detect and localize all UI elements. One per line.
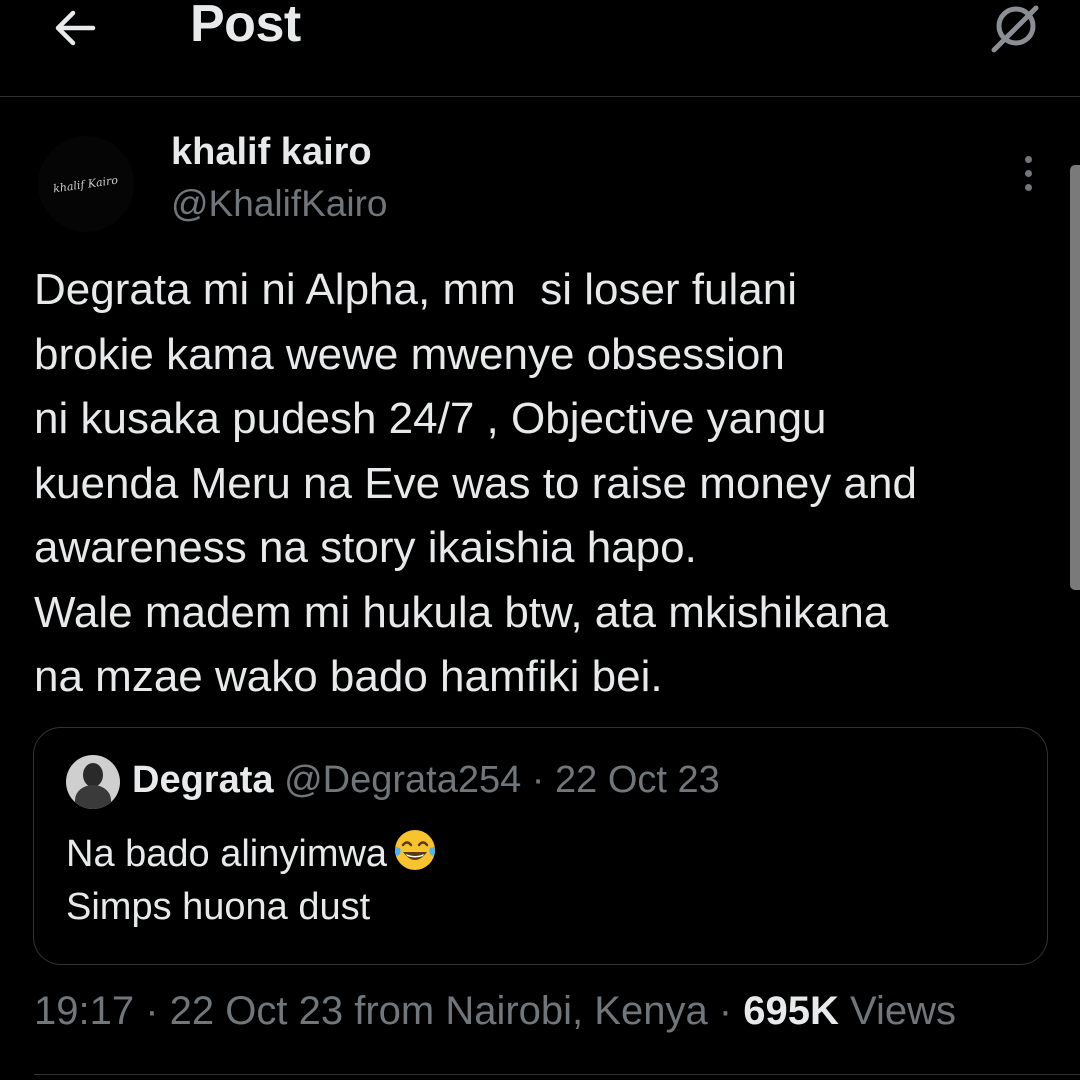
separator-dot: · bbox=[521, 759, 556, 801]
top-bar: Post bbox=[0, 0, 1080, 97]
face-with-tears-of-joy-icon bbox=[394, 830, 436, 870]
more-icon-dot bbox=[1024, 183, 1032, 191]
quoted-text-line: Na bado alinyimwa bbox=[66, 828, 437, 881]
quoted-text-line-1: Na bado alinyimwa bbox=[66, 833, 388, 875]
quoted-author-name: Degrata bbox=[132, 759, 274, 801]
post-text-line: kuenda Meru na Eve was to raise money an… bbox=[34, 458, 917, 508]
grok-button[interactable] bbox=[982, 0, 1046, 56]
post-text-line: awareness na story ikaishia hapo. bbox=[34, 523, 697, 572]
post-text-line: brokie kama wewe mwenye obsession bbox=[34, 329, 785, 379]
quoted-post-header: Degrata @Degrata254 · 22 Oct 23 bbox=[132, 759, 720, 802]
post-meta: 19:17 · 22 Oct 23 from Nairobi, Kenya · … bbox=[34, 989, 956, 1034]
quoted-post-date: 22 Oct 23 bbox=[555, 759, 720, 801]
more-icon-dot bbox=[1024, 169, 1032, 177]
quoted-post-card[interactable]: Degrata @Degrata254 · 22 Oct 23 Na bado … bbox=[33, 727, 1048, 965]
views-count[interactable]: 695K bbox=[743, 989, 839, 1033]
post-text-line: Wale madem mi hukula btw, ata mkishikana bbox=[34, 587, 889, 637]
back-button[interactable] bbox=[42, 0, 106, 56]
grok-icon bbox=[991, 5, 1039, 53]
more-icon-dot bbox=[1024, 155, 1032, 163]
arrow-left-icon bbox=[55, 10, 96, 46]
separator-dot: · bbox=[134, 989, 170, 1033]
quoted-author-avatar bbox=[66, 755, 120, 809]
author-display-name[interactable]: khalif kairo bbox=[171, 131, 372, 174]
post-time[interactable]: 19:17 bbox=[34, 989, 134, 1033]
avatar-logo-text: khalif Kairo bbox=[52, 173, 120, 195]
post-text: Degrata mi ni Alpha, mm si loser fulani … bbox=[34, 258, 1064, 710]
author-handle[interactable]: @KhalifKairo bbox=[171, 183, 388, 225]
quoted-text-line-2: Simps huona dust bbox=[66, 886, 371, 928]
page-title: Post bbox=[190, 0, 301, 53]
quoted-post-text: Na bado alinyimwa Simps huona dust bbox=[66, 828, 437, 934]
divider bbox=[34, 1074, 1080, 1075]
author-avatar[interactable]: khalif Kairo bbox=[38, 136, 134, 232]
more-options-button[interactable] bbox=[1008, 150, 1048, 196]
separator-dot: · bbox=[707, 989, 744, 1033]
post-text-line: ni kusaka pudesh 24/7 , Objective yangu bbox=[34, 394, 827, 443]
scrollbar[interactable] bbox=[1070, 165, 1080, 590]
post-date-location[interactable]: 22 Oct 23 from Nairobi, Kenya bbox=[170, 989, 708, 1033]
post-text-line: Degrata mi ni Alpha, mm si loser fulani bbox=[34, 265, 797, 314]
quoted-author-handle: @Degrata254 bbox=[284, 759, 522, 801]
post-text-line: na mzae wako bado hamfiki bei. bbox=[34, 652, 663, 701]
views-label: Views bbox=[849, 989, 956, 1033]
